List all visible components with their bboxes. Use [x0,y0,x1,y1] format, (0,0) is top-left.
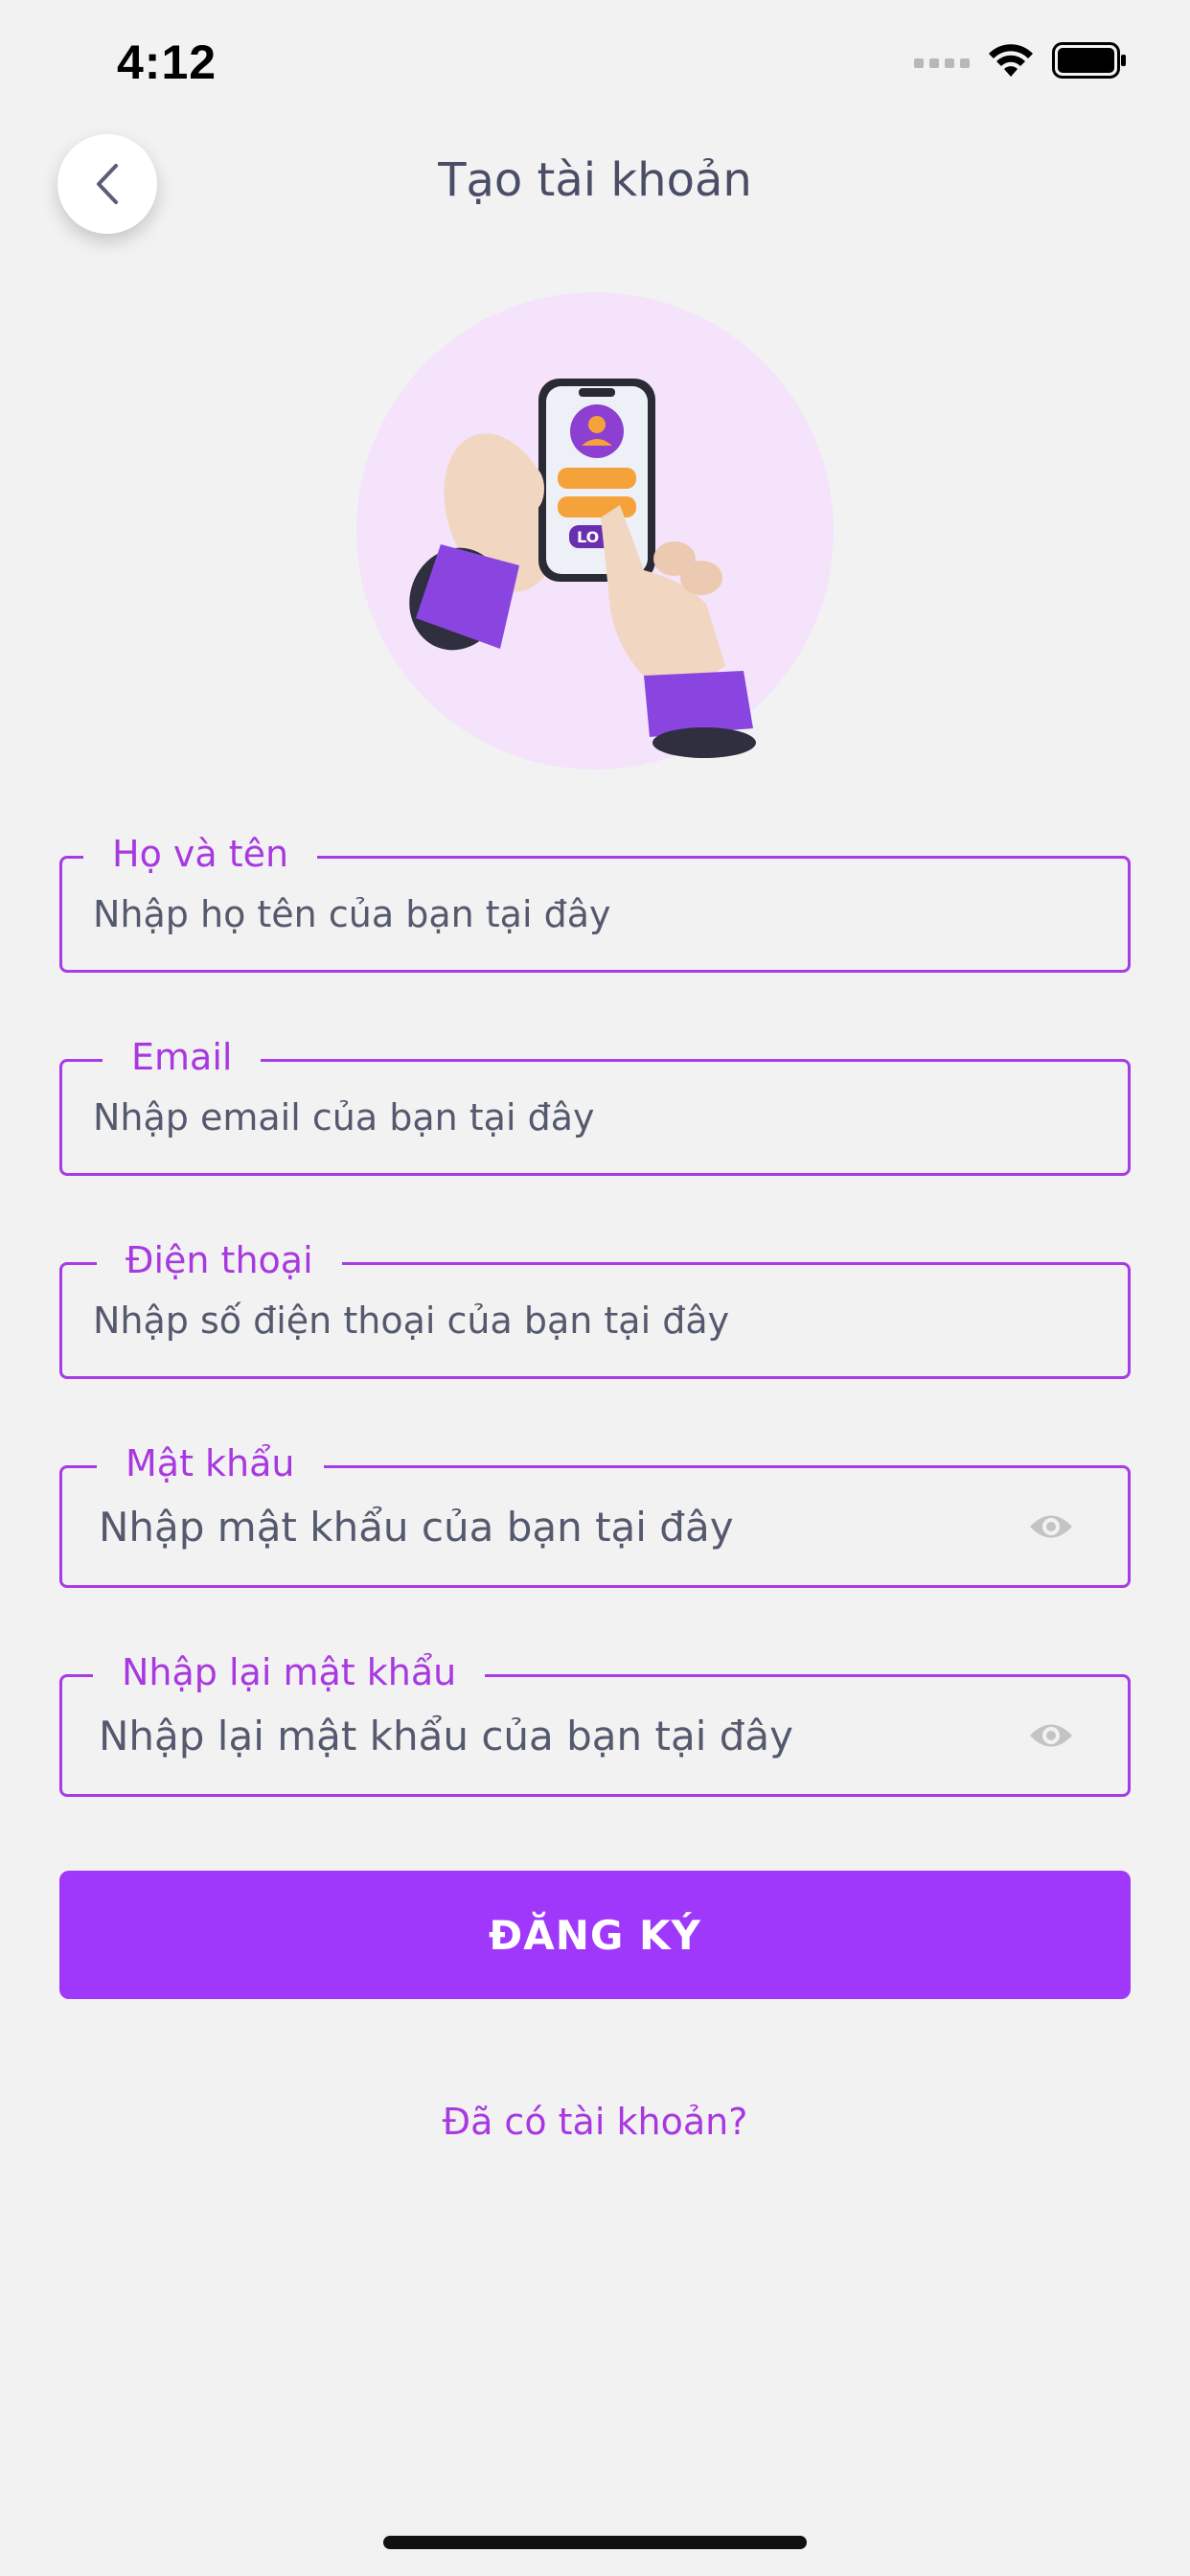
confirm-password-placeholder[interactable]: Nhập lại mật khẩu của bạn tại đây [99,1677,793,1794]
password-placeholder[interactable]: Nhập mật khẩu của bạn tại đây [99,1468,734,1585]
page-title: Tạo tài khoản [438,153,752,207]
show-password-icon[interactable] [1028,1510,1074,1543]
email-field[interactable]: Email Nhập email của bạn tại đây [59,1034,1131,1176]
register-screen: 4:12 Tạo tài khoản LO Họ và tên Nhập họ … [0,0,1190,2576]
phone-field[interactable]: Điện thoại Nhập số điện thoại của bạn tạ… [59,1237,1131,1379]
full-name-field[interactable]: Họ và tên Nhập họ tên của bạn tại đây [59,831,1131,973]
status-time: 4:12 [117,35,217,89]
signal-icon [914,58,970,68]
hero-badge-text: LO [577,528,599,546]
register-button-label: ĐĂNG KÝ [489,1911,701,1959]
home-indicator [383,2536,807,2549]
email-placeholder[interactable]: Nhập email của bạn tại đây [93,1062,595,1173]
battery-icon [1052,42,1126,79]
wifi-icon [989,44,1033,77]
password-field[interactable]: Mật khẩu Nhập mật khẩu của bạn tại đây [59,1440,1131,1588]
status-icons [914,42,1127,79]
phone-placeholder[interactable]: Nhập số điện thoại của bạn tại đây [93,1265,729,1376]
confirm-password-field[interactable]: Nhập lại mật khẩu Nhập lại mật khẩu của … [59,1649,1131,1797]
login-link[interactable]: Đã có tài khoản? [0,2101,1190,2143]
show-confirm-password-icon[interactable] [1028,1719,1074,1752]
phone-signup-illustration: LO [356,292,834,770]
full-name-placeholder[interactable]: Nhập họ tên của bạn tại đây [93,859,610,970]
register-button[interactable]: ĐĂNG KÝ [59,1871,1131,1999]
